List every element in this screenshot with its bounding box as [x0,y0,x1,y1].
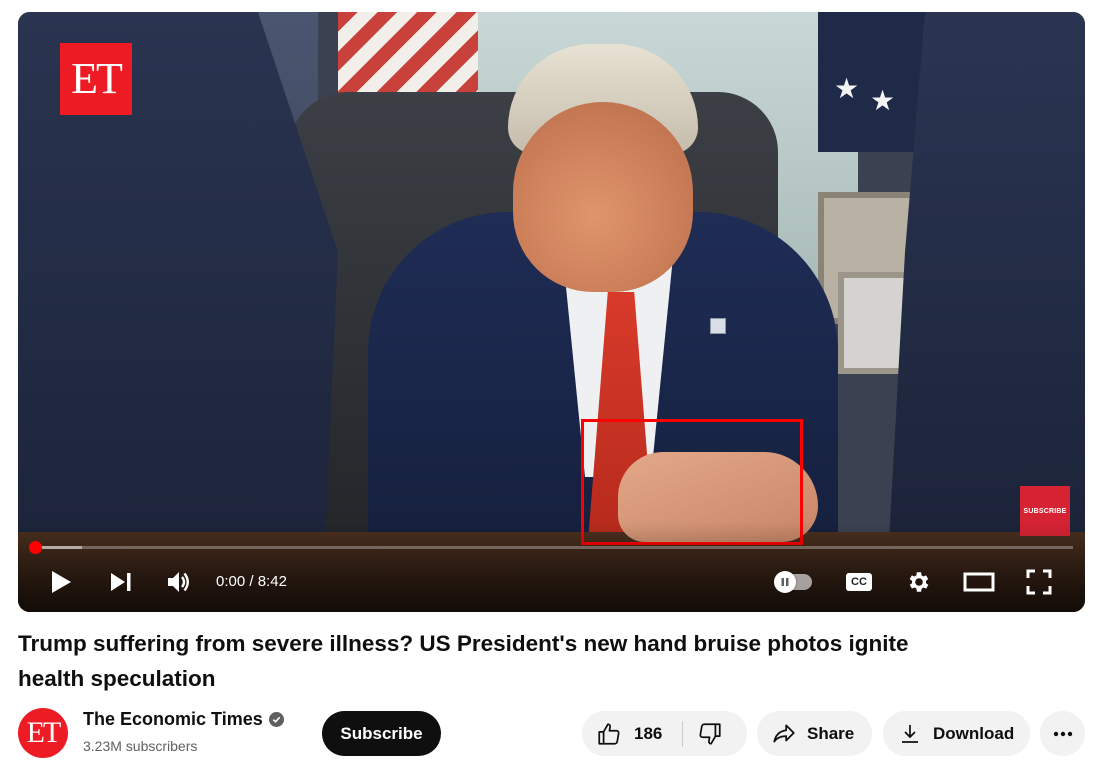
fullscreen-icon [1026,569,1052,595]
share-label: Share [807,723,855,743]
dislike-button[interactable] [683,711,723,756]
theater-mode-icon [963,572,995,592]
progress-bar[interactable] [29,541,1073,554]
video-player[interactable]: ★ ★ ET SUBSCRIBE 0:00 / 8:42 CC [18,12,1085,612]
download-icon [902,724,918,743]
settings-icon [909,572,929,592]
thumbs-up-icon [598,722,620,745]
share-button[interactable]: Share [757,711,872,756]
subscriber-count: 3.23M subscribers [83,738,198,754]
time-display: 0:00 / 8:42 [216,562,287,602]
channel-avatar[interactable]: ET [18,708,68,758]
progress-scrubber[interactable] [29,541,42,554]
next-button[interactable] [106,562,136,602]
channel-watermark-logo: ET [60,43,132,115]
download-button[interactable]: Download [883,711,1030,756]
pause-icon [781,578,789,586]
star-shape: ★ [870,85,896,116]
fullscreen-button[interactable] [1022,562,1056,602]
volume-icon [168,572,189,592]
more-horiz-icon [1053,731,1072,736]
channel-name[interactable]: The Economic Times [83,709,284,730]
player-controls: 0:00 / 8:42 CC [18,562,1085,602]
scene-flag-stripes [338,12,478,102]
star-shape: ★ [834,73,860,104]
download-label: Download [933,723,1015,743]
share-icon [773,723,795,742]
progress-track [30,546,1073,549]
settings-button[interactable] [902,562,936,602]
scene-flag-pin [710,318,726,334]
time-current: 0:00 [216,573,246,590]
scene-face [513,102,693,292]
verified-icon [268,712,284,727]
autoplay-toggle[interactable] [774,571,812,593]
like-dislike-group: 186 [582,711,747,756]
channel-name-text: The Economic Times [83,709,263,729]
mute-button[interactable] [164,562,194,602]
captions-icon: CC [846,573,872,591]
captions-button[interactable]: CC [842,562,876,602]
theater-mode-button[interactable] [962,562,996,602]
like-button[interactable]: 186 [582,711,662,756]
time-total: 8:42 [257,573,287,590]
subscribe-button[interactable]: Subscribe [322,711,441,756]
thumbs-down-icon [699,722,721,745]
play-icon [52,571,71,593]
more-actions-button[interactable] [1040,711,1085,756]
time-separator: / [245,573,258,590]
next-icon [111,573,131,591]
play-button[interactable] [46,562,76,602]
video-title: Trump suffering from severe illness? US … [18,631,909,691]
autoplay-knob [774,571,796,593]
like-count: 186 [634,723,663,743]
